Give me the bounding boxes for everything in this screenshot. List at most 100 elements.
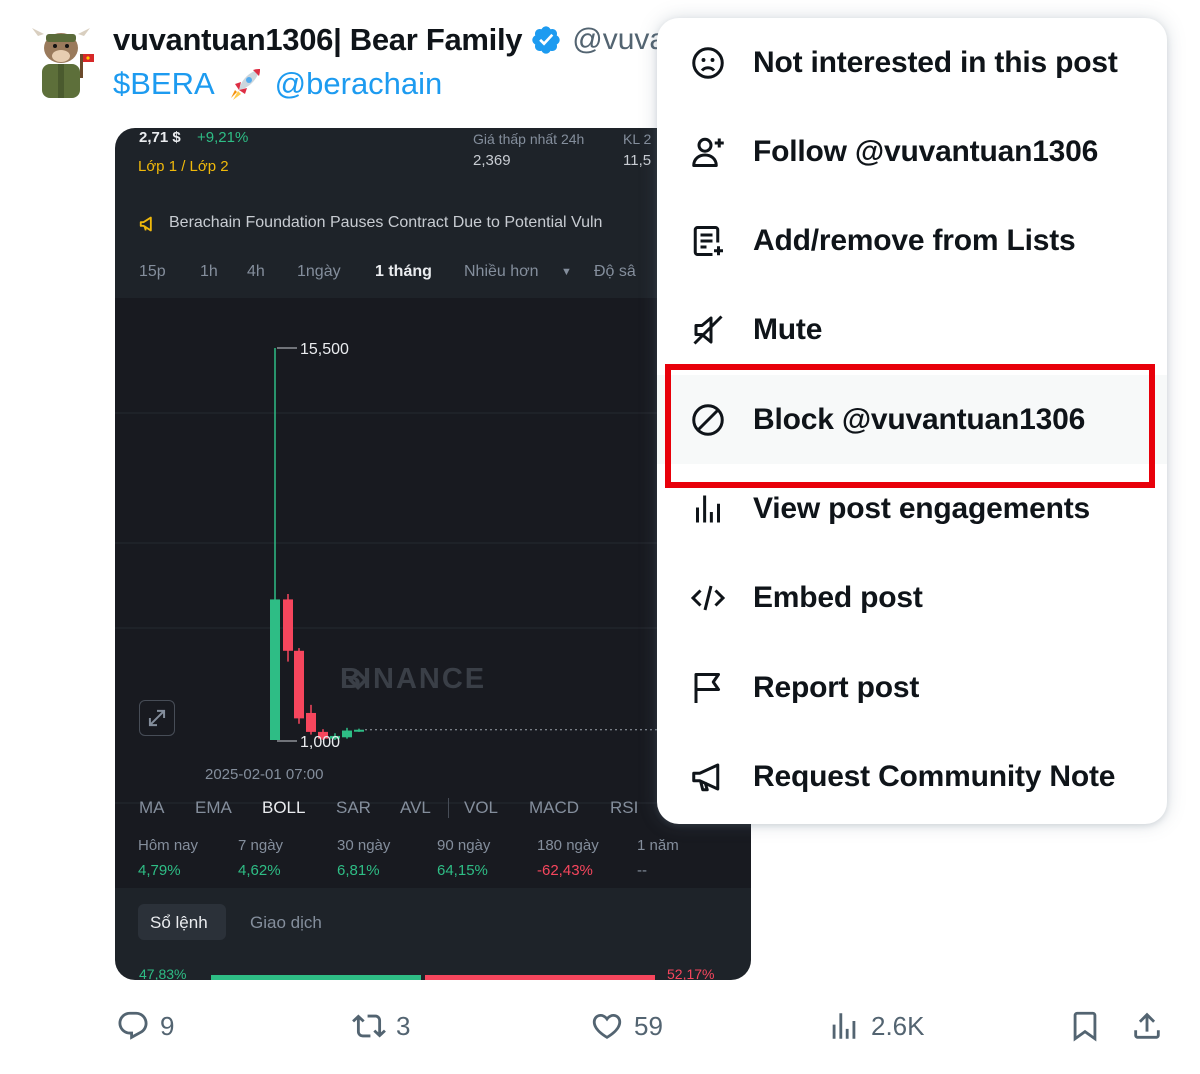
expand-icon — [148, 709, 166, 727]
menu-item-community-note[interactable]: Request Community Note — [657, 732, 1167, 821]
stat-value: 6,81% — [337, 862, 380, 879]
reply-button[interactable]: 9 — [116, 1006, 174, 1046]
indicator-tab[interactable]: BOLL — [262, 798, 305, 818]
verified-badge-icon — [532, 26, 560, 54]
order-book-tab[interactable]: Sổ lệnh — [150, 913, 208, 933]
share-button[interactable] — [1130, 1006, 1174, 1046]
bookmark-button[interactable] — [1068, 1006, 1112, 1046]
cashtag-link[interactable]: $BERA — [113, 66, 215, 102]
candle-body — [342, 730, 352, 738]
volume-value: 11,5 — [623, 152, 652, 169]
news-ticker[interactable]: Berachain Foundation Pauses Contract Due… — [169, 214, 602, 232]
stat-value: 4,79% — [138, 862, 181, 879]
mute-icon — [693, 314, 723, 345]
follow-icon — [692, 137, 724, 167]
volume-label: KL 2 — [623, 131, 652, 147]
menu-item-label: Embed post — [753, 580, 923, 614]
menu-item-label: Follow @vuvantuan1306 — [753, 134, 1099, 168]
repost-count: 3 — [396, 1011, 411, 1041]
indicator-tab[interactable]: MA — [139, 798, 165, 818]
share-icon — [1134, 1012, 1160, 1039]
embed-icon — [690, 585, 726, 610]
frown-icon — [692, 46, 724, 79]
stat-label: 7 ngày — [238, 837, 284, 854]
views-button[interactable]: 2.6K — [827, 1006, 925, 1046]
menu-item-report[interactable]: Report post — [657, 643, 1167, 732]
interval-tab[interactable]: 4h — [247, 263, 265, 281]
bookmark-icon — [1073, 1011, 1097, 1042]
menu-item-label: View post engagements — [753, 491, 1091, 525]
author-handle[interactable]: @vuva — [572, 23, 666, 57]
avatar[interactable] — [28, 26, 94, 102]
heart-icon — [592, 1013, 622, 1039]
menu-item-mute[interactable]: Mute — [657, 285, 1167, 374]
price-change: +9,21% — [197, 129, 249, 146]
stat-label: 1 năm — [637, 837, 679, 854]
repost-button[interactable]: 3 — [352, 1006, 410, 1046]
indicator-tab[interactable]: AVL — [400, 798, 431, 818]
indicator-tab[interactable]: VOL — [464, 798, 498, 818]
interval-tab[interactable]: 1ngày — [297, 263, 341, 281]
stat-value: 4,62% — [238, 862, 281, 879]
lists-icon — [693, 225, 723, 256]
high-price-label: 15,500 — [300, 341, 349, 358]
stat-value: -62,43% — [537, 862, 593, 879]
trades-tab[interactable]: Giao dịch — [250, 913, 322, 933]
stat-value: -- — [637, 862, 647, 879]
menu-item-not-interested[interactable]: Not interested in this post — [657, 18, 1167, 107]
indicator-tab[interactable]: RSI — [610, 798, 638, 818]
buy-bar — [211, 975, 421, 980]
menu-item-follow[interactable]: Follow @vuvantuan1306 — [657, 107, 1167, 196]
buy-percent: 47,83% — [139, 966, 187, 980]
stat-label: Hôm nay — [138, 837, 199, 854]
expand-chart-button[interactable] — [139, 700, 175, 736]
tweet-text: $BERA @berachain — [113, 62, 442, 106]
reply-count: 9 — [160, 1011, 175, 1041]
menu-item-label: Request Community Note — [753, 759, 1116, 793]
megaphone-icon — [692, 763, 720, 791]
chart-image[interactable]: 2,71 $ +9,21% Lớp 1 / Lớp 2 Giá thấp nhấ… — [115, 128, 751, 980]
view-count: 2.6K — [871, 1011, 925, 1041]
highlight-box — [665, 364, 1155, 488]
like-button[interactable]: 59 — [590, 1006, 663, 1046]
menu-item-lists[interactable]: Add/remove from Lists — [657, 196, 1167, 285]
stat-label: 90 ngày — [437, 837, 491, 854]
engagements-icon — [696, 495, 720, 522]
menu-item-label: Report post — [753, 670, 920, 704]
indicator-tab[interactable]: SAR — [336, 798, 371, 818]
repost-icon — [352, 1014, 386, 1038]
candle-body — [270, 599, 280, 740]
category-tag: Lớp 1 / Lớp 2 — [138, 158, 229, 175]
interval-tab[interactable]: Nhiều hơn — [464, 263, 539, 281]
interval-tab[interactable]: Độ sâ — [594, 263, 636, 281]
menu-item-label: Not interested in this post — [753, 45, 1118, 79]
interval-tab[interactable]: 1 tháng — [375, 263, 432, 281]
flag-icon — [694, 672, 720, 703]
stat-label: 30 ngày — [337, 837, 391, 854]
mention-link[interactable]: @berachain — [275, 66, 443, 102]
reply-icon — [118, 1011, 148, 1040]
stat-value: 64,15% — [437, 862, 488, 879]
low-24h-value: 2,369 — [473, 152, 511, 169]
price: 2,71 $ — [139, 129, 181, 146]
menu-item-embed[interactable]: Embed post — [657, 553, 1167, 642]
stat-label: 180 ngày — [537, 837, 599, 854]
low-price-label: 1,000 — [300, 734, 340, 751]
binance-watermark: BINANCE — [340, 663, 487, 695]
candle-body — [354, 729, 364, 732]
crosshair-timestamp: 2025-02-01 07:00 — [205, 766, 324, 783]
indicator-tab[interactable]: EMA — [195, 798, 232, 818]
announcement-icon — [139, 216, 152, 232]
author-name[interactable]: vuvantuan1306| Bear Family — [113, 22, 523, 58]
candle-body — [306, 712, 316, 732]
menu-item-label: Mute — [753, 312, 823, 346]
sell-bar — [425, 975, 655, 980]
interval-tab[interactable]: 1h — [200, 263, 218, 281]
interval-tab[interactable]: 15p — [139, 263, 166, 281]
candle-body — [294, 650, 304, 719]
dropdown-caret-icon: ▼ — [561, 266, 572, 278]
like-count: 59 — [634, 1011, 663, 1041]
indicator-divider — [448, 798, 449, 818]
sell-percent: 52,17% — [667, 966, 715, 980]
indicator-tab[interactable]: MACD — [529, 798, 579, 818]
